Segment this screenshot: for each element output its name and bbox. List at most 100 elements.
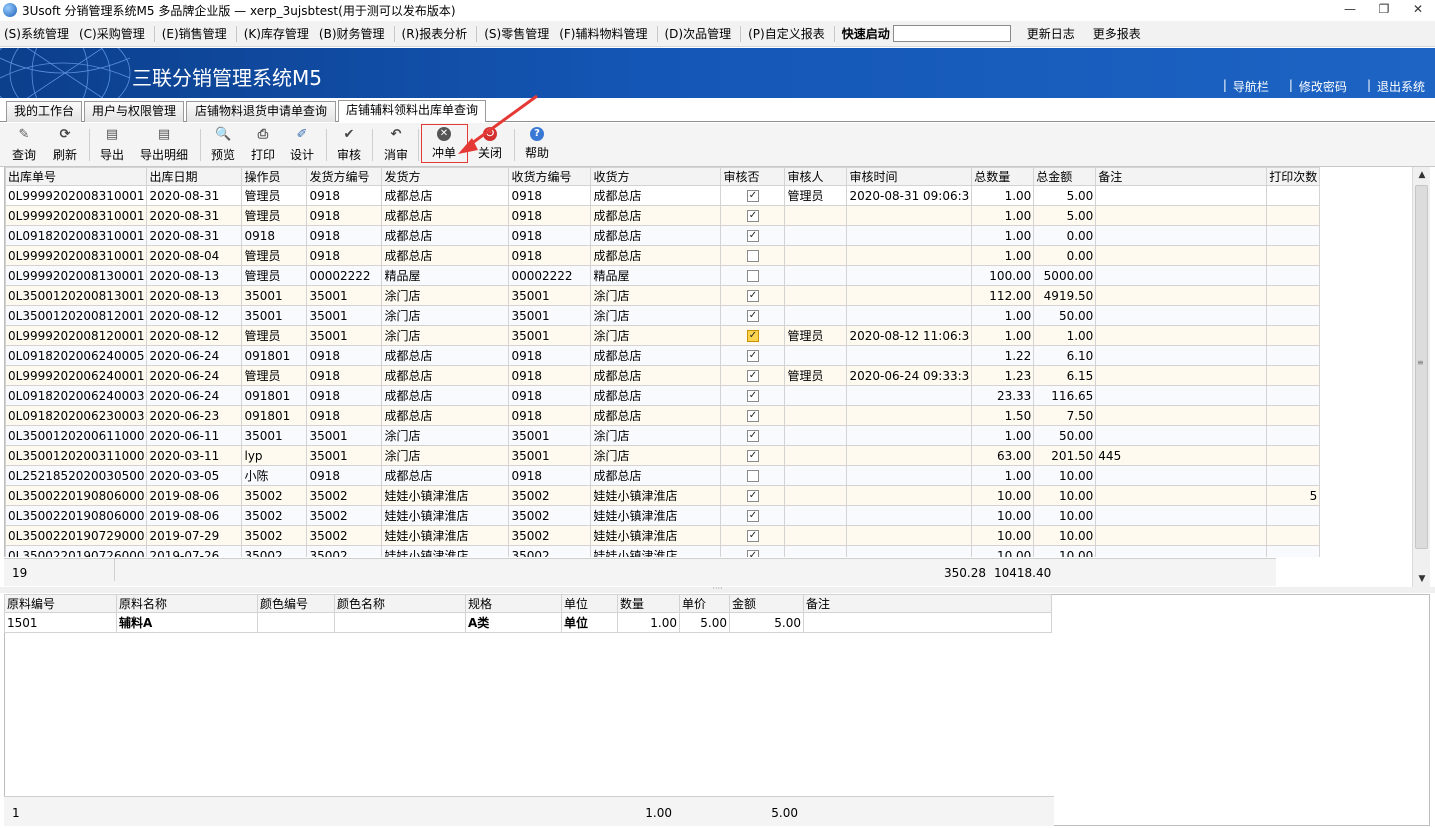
column-header[interactable]: 收货方编号	[508, 167, 592, 186]
column-header[interactable]: 备注	[1095, 167, 1268, 186]
unapprove-button[interactable]: ↶ 消审	[380, 127, 412, 165]
audited-checkbox[interactable]	[746, 490, 759, 502]
table-row[interactable]: 0L0918202006230003 2020-06-23 091801 0918 成都…	[5, 405, 1321, 426]
table-row[interactable]: 0L9999202008120001 2020-08-12 管理员 35001 涂门店 3…	[5, 325, 1321, 346]
audited-checkbox[interactable]	[746, 410, 759, 422]
menu-sales[interactable]: (E)销售管理	[158, 21, 231, 47]
column-header[interactable]: 总金额	[1033, 167, 1097, 186]
column-header[interactable]: 颜色编号	[257, 594, 335, 613]
menu-update-log[interactable]: 更新日志	[1023, 21, 1079, 47]
column-header[interactable]: 单价	[679, 594, 730, 613]
audited-checkbox[interactable]	[746, 290, 759, 302]
column-header[interactable]: 收货方	[590, 167, 722, 186]
table-row[interactable]: 0L3500220190729000 2019-07-29 35002 35002 娃娃…	[5, 525, 1321, 546]
refresh-button[interactable]: ⟳ 刷新	[49, 127, 81, 165]
table-row[interactable]: 0L3500120200813001 2020-08-13 35001 35001 涂门…	[5, 285, 1321, 306]
print-button[interactable]: ⎙ 打印	[247, 127, 279, 165]
menu-accessories[interactable]: (F)辅料物料管理	[555, 21, 651, 47]
menu-retail[interactable]: (S)零售管理	[480, 21, 553, 47]
table-row[interactable]: 0L9999202008310001 2020-08-04 管理员 0918 成都总店 0…	[5, 245, 1321, 266]
column-header[interactable]: 原料编号	[4, 594, 117, 613]
column-header[interactable]: 打印次数	[1266, 167, 1321, 186]
menu-more-reports[interactable]: 更多报表	[1089, 21, 1145, 47]
outbound-grid[interactable]: 出库单号 出库日期 操作员 发货方编号 发货方 收货方编号 收货方 审核否 审核…	[4, 167, 1412, 557]
audited-checkbox[interactable]	[746, 550, 759, 557]
scroll-thumb[interactable]: ≡	[1415, 185, 1428, 549]
column-header[interactable]: 出库单号	[5, 167, 148, 186]
design-button[interactable]: ✐ 设计	[286, 127, 318, 165]
audited-checkbox[interactable]	[746, 390, 759, 402]
audited-checkbox[interactable]	[746, 370, 759, 382]
column-header[interactable]: 颜色名称	[334, 594, 466, 613]
audited-checkbox[interactable]	[746, 530, 759, 542]
menu-inventory[interactable]: (K)库存管理	[240, 21, 313, 47]
table-row[interactable]: 0L9999202008310001 2020-08-31 管理员 0918 成都总店 0…	[5, 205, 1321, 226]
column-header[interactable]: 发货方编号	[306, 167, 383, 186]
minimize-icon[interactable]: —	[1333, 0, 1367, 20]
approve-button[interactable]: ✔ 审核	[333, 127, 365, 165]
column-header[interactable]: 原料名称	[116, 594, 258, 613]
grid-vertical-scrollbar[interactable]: ▲ ≡ ▼	[1412, 167, 1430, 587]
table-row[interactable]: 0L3500120200812001 2020-08-12 35001 35001 涂门…	[5, 305, 1321, 326]
export-detail-button[interactable]: ▤ 导出明细	[136, 127, 192, 165]
preview-button[interactable]: 🔍 预览	[207, 127, 239, 165]
query-button[interactable]: ✎ 查询	[8, 127, 40, 165]
audited-checkbox[interactable]	[746, 190, 759, 202]
menu-purchase[interactable]: (C)采购管理	[75, 21, 149, 47]
table-row[interactable]: 0L3500220190806000 2019-08-06 35002 35002 娃娃…	[5, 485, 1321, 506]
quick-launch-input[interactable]	[892, 25, 1011, 42]
table-row[interactable]: 0L9999202008130001 2020-08-13 管理员 00002222 精…	[5, 265, 1321, 286]
column-header[interactable]: 单位	[561, 594, 618, 613]
detail-row[interactable]: 1501 辅料A A类 单位 1.00 5.00 5.00	[4, 612, 1052, 633]
table-row[interactable]: 0L3500120200611000 2020-06-11 35001 35001 涂门…	[5, 425, 1321, 446]
scroll-up-icon[interactable]: ▲	[1413, 167, 1431, 183]
nav-bar-link[interactable]: 导航栏	[1229, 78, 1273, 95]
column-header[interactable]: 发货方	[381, 167, 510, 186]
table-row[interactable]: 0L9999202006240001 2020-06-24 管理员 0918 成都总店 0…	[5, 365, 1321, 386]
change-password-link[interactable]: 修改密码	[1295, 78, 1351, 95]
column-header[interactable]: 操作员	[241, 167, 308, 186]
column-header[interactable]: 出库日期	[146, 167, 243, 186]
table-row[interactable]: 0L3500120200311000 2020-03-11 lyp 35001 涂门店 3…	[5, 445, 1321, 466]
pane-splitter[interactable]: ····	[0, 585, 1435, 593]
table-row[interactable]: 0L0918202006240005 2020-06-24 091801 0918 成都…	[5, 345, 1321, 366]
audited-checkbox[interactable]	[746, 330, 759, 342]
restore-icon[interactable]: ❐	[1367, 0, 1401, 20]
menu-system[interactable]: (S)系统管理	[0, 21, 73, 47]
audited-checkbox[interactable]	[746, 350, 759, 362]
audited-checkbox[interactable]	[746, 450, 759, 462]
column-header[interactable]: 审核时间	[846, 167, 973, 186]
menu-defects[interactable]: (D)次品管理	[661, 21, 736, 47]
tab-user-permissions[interactable]: 用户与权限管理	[84, 101, 184, 122]
audited-checkbox[interactable]	[746, 310, 759, 322]
audited-checkbox[interactable]	[746, 230, 759, 242]
column-header[interactable]: 备注	[803, 594, 1052, 613]
column-header[interactable]: 金额	[729, 594, 804, 613]
audited-checkbox[interactable]	[746, 210, 759, 222]
menu-custom-reports[interactable]: (P)自定义报表	[744, 21, 829, 47]
audited-checkbox[interactable]	[746, 510, 759, 522]
table-row[interactable]: 0L2521852020030500 2020-03-05 小陈 0918 成都总店 09…	[5, 465, 1321, 486]
menu-reports[interactable]: (R)报表分析	[398, 21, 472, 47]
column-header[interactable]: 审核否	[720, 167, 786, 186]
table-row[interactable]: 0L3500220190726000 2019-07-26 35002 35002 娃娃…	[5, 545, 1321, 557]
table-row[interactable]: 0L9999202008310001 2020-08-31 管理员 0918 成都总店 0…	[5, 185, 1321, 206]
column-header[interactable]: 总数量	[971, 167, 1035, 186]
tab-accessory-outbound[interactable]: 店铺辅料领料出库单查询	[338, 100, 486, 122]
table-row[interactable]: 0L0918202008310001 2020-08-31 0918 0918 成都总店…	[5, 225, 1321, 246]
audited-checkbox[interactable]	[746, 470, 759, 482]
close-window-icon[interactable]: ✕	[1401, 0, 1435, 20]
table-row[interactable]: 0L0918202006240003 2020-06-24 091801 0918 成都…	[5, 385, 1321, 406]
column-header[interactable]: 规格	[465, 594, 562, 613]
menu-finance[interactable]: (B)财务管理	[315, 21, 389, 47]
detail-grid[interactable]: 原料编号 原料名称 颜色编号 颜色名称 规格 单位 数量 单价 金额 备注 15…	[4, 594, 1054, 794]
column-header[interactable]: 数量	[617, 594, 680, 613]
column-header[interactable]: 审核人	[784, 167, 848, 186]
audited-checkbox[interactable]	[746, 430, 759, 442]
tab-my-workspace[interactable]: 我的工作台	[6, 101, 82, 122]
close-button[interactable]: ⏻ 关闭	[474, 127, 506, 165]
tab-material-return[interactable]: 店铺物料退货申请单查询	[186, 101, 336, 122]
export-button[interactable]: ▤ 导出	[96, 127, 128, 165]
scroll-down-icon[interactable]: ▼	[1413, 571, 1431, 587]
table-row[interactable]: 0L3500220190806000 2019-08-06 35002 35002 娃娃…	[5, 505, 1321, 526]
